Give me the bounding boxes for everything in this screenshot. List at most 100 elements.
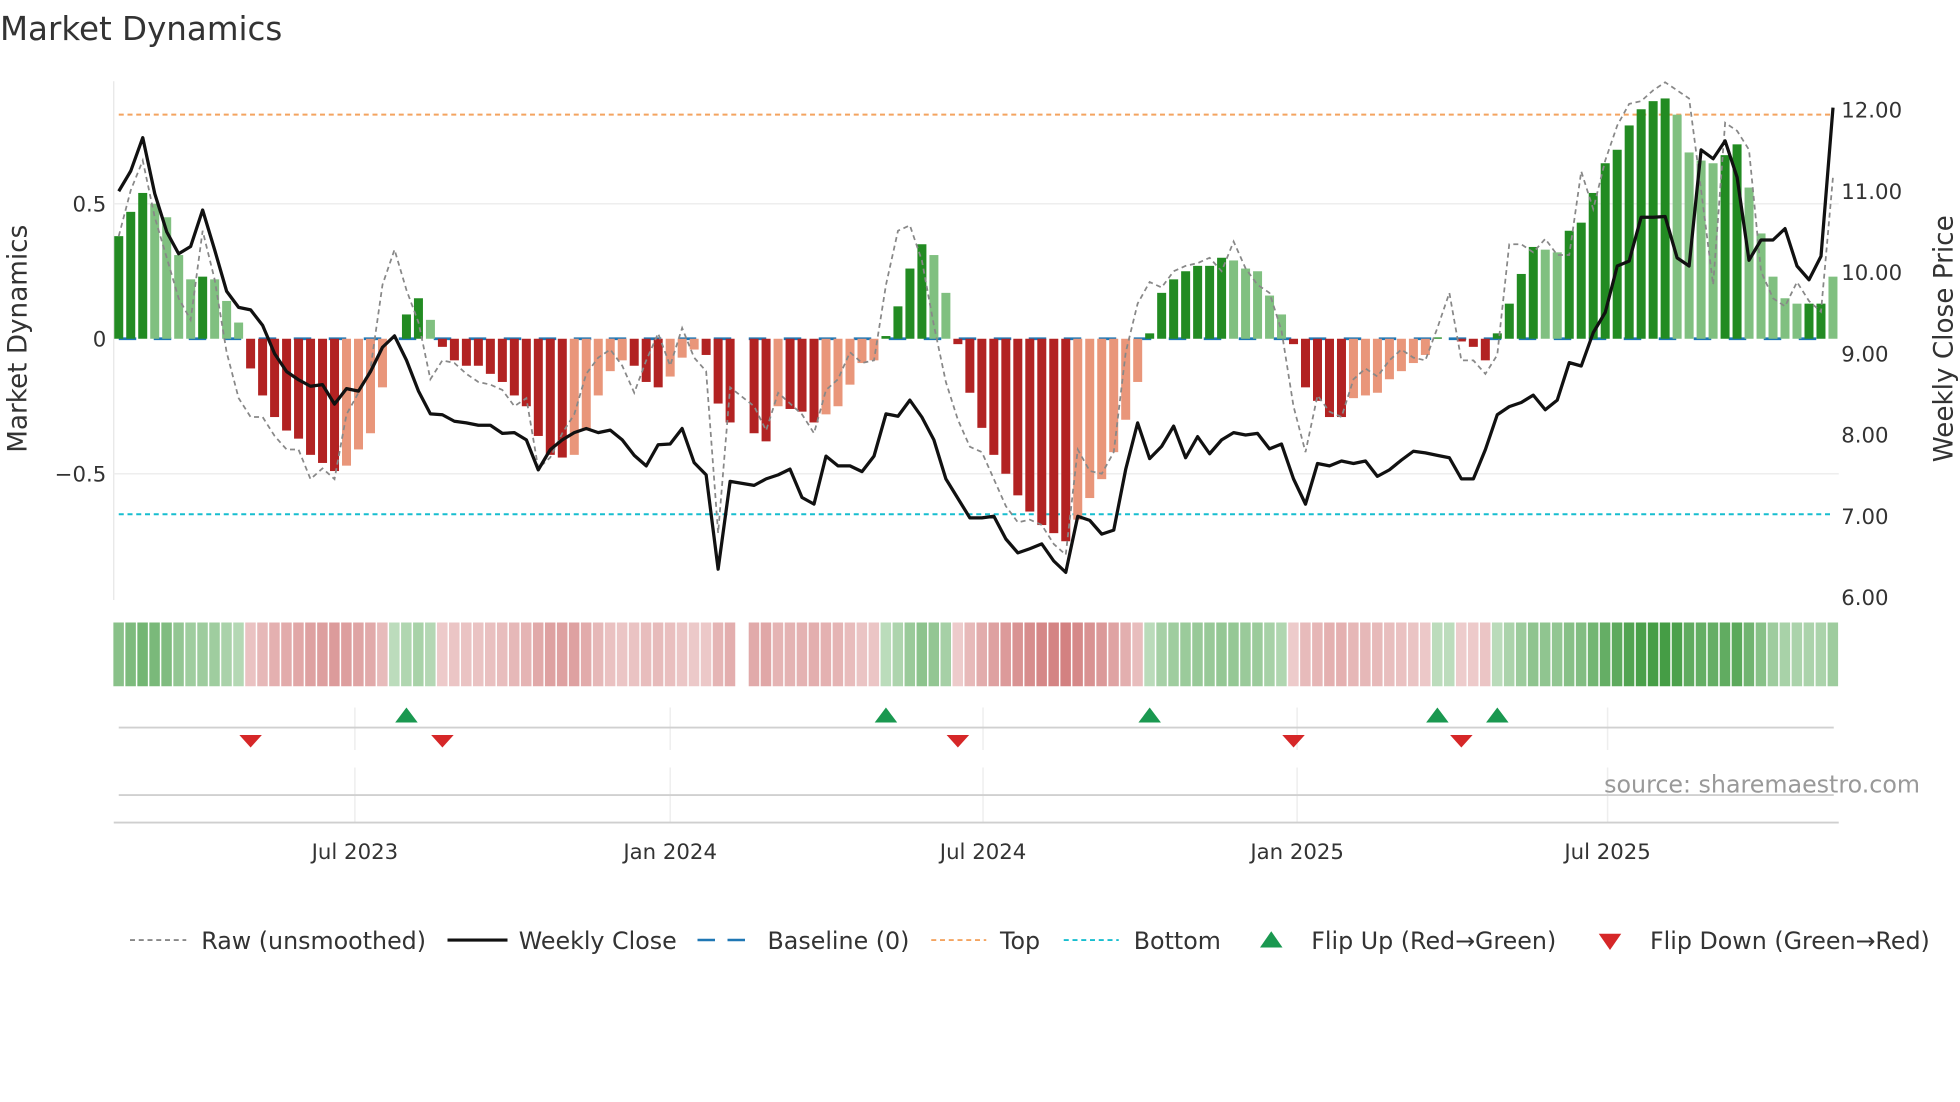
dynamics-bar: [1408, 338, 1418, 364]
dynamics-bar: [881, 336, 891, 339]
heat-cell: [940, 622, 952, 687]
heat-cell: [1659, 622, 1671, 687]
heat-cell: [1264, 622, 1275, 687]
y2-tick-label: 9.00: [1841, 342, 1888, 367]
heat-cell: [1443, 622, 1455, 687]
legend-label-baseline: Baseline (0): [768, 927, 910, 955]
heat-cell: [880, 622, 892, 687]
heat-cell: [125, 622, 136, 687]
heat-cell: [988, 622, 999, 687]
dynamics-bar: [1804, 303, 1814, 339]
heat-cell: [1192, 622, 1203, 687]
dynamics-bar: [1049, 338, 1059, 534]
dynamics-bar: [797, 338, 807, 412]
dynamics-bar: [1564, 230, 1574, 339]
legend-item-flip-up: Flip Up (Red→Green): [1260, 927, 1556, 955]
heat-cell: [1012, 622, 1023, 687]
triangle-up-icon: [1260, 931, 1283, 948]
dynamics-bar: [1145, 333, 1155, 339]
heat-cell: [1635, 622, 1647, 687]
dynamics-bar: [461, 338, 471, 366]
reference-lines: [118, 113, 1834, 516]
dynamics-bar: [282, 338, 292, 431]
heat-cell: [1372, 622, 1383, 687]
dynamics-bar: [845, 338, 855, 385]
dynamics-bar: [1504, 303, 1514, 339]
heat-cell: [676, 622, 688, 687]
dynamics-bar: [1181, 271, 1191, 339]
heat-cell: [1707, 622, 1719, 687]
market-dynamics-chart: Market Dynamics 0.5 0 −0.5 12.00 11.00 10.00…: [0, 10, 1960, 955]
legend-item-bottom: Bottom: [1063, 927, 1221, 955]
heat-cell: [245, 622, 256, 687]
heat-cell: [712, 622, 724, 687]
heat-cell: [317, 622, 328, 687]
heat-cell: [1048, 622, 1059, 687]
heat-cell: [221, 622, 232, 687]
heat-cell: [700, 622, 712, 687]
y-tick-label: 0: [93, 327, 107, 352]
heat-cell: [1360, 622, 1371, 687]
dynamics-bar: [210, 279, 220, 339]
heat-cell: [916, 622, 928, 687]
heat-cell: [616, 622, 628, 687]
heat-cell: [137, 622, 148, 687]
heat-cell: [161, 622, 172, 687]
heat-cell: [688, 622, 700, 687]
heat-cell: [233, 622, 244, 687]
heat-cell: [209, 622, 220, 687]
heat-cell: [257, 622, 268, 687]
dynamics-bar: [1025, 338, 1035, 512]
dynamics-bar: [1420, 338, 1430, 355]
heat-cell: [1611, 622, 1623, 687]
dynamics-bar: [1085, 338, 1095, 499]
dynamics-bar: [485, 338, 495, 374]
dynamics-bar: [1708, 163, 1718, 339]
dynamics-bar: [114, 236, 124, 339]
heat-cell: [1551, 622, 1563, 687]
heat-cell: [1803, 622, 1815, 687]
heat-cell: [484, 622, 496, 687]
dynamics-bar: [905, 268, 915, 339]
heat-cell: [1503, 622, 1515, 687]
dynamics-bar: [1792, 303, 1802, 339]
heat-cell: [892, 622, 904, 687]
heat-cell: [1156, 622, 1167, 687]
dynamics-bar: [1193, 265, 1203, 339]
x-tick-label: Jul 2024: [938, 840, 1026, 865]
heat-cell: [1228, 622, 1239, 687]
dynamics-bar: [198, 276, 208, 339]
heat-cell: [568, 622, 580, 687]
heat-cell: [1120, 622, 1131, 687]
heat-cell: [1467, 622, 1479, 687]
heat-cell: [305, 622, 316, 687]
dynamics-bar: [497, 338, 507, 382]
x-tick-label: Jan 2025: [1248, 840, 1344, 865]
dynamics-bar: [1576, 222, 1586, 339]
dynamics-bar: [1229, 260, 1239, 339]
heat-cell: [449, 622, 460, 687]
heat-cell: [1731, 622, 1743, 687]
heat-cell: [173, 622, 184, 687]
legend-item-top: Top: [931, 927, 1040, 955]
dynamics-bar: [809, 338, 819, 423]
heat-cell: [796, 622, 808, 687]
dynamics-bar: [1552, 252, 1562, 339]
dynamics-bar: [1289, 338, 1299, 345]
heat-cell: [1084, 622, 1095, 687]
heat-cell: [628, 622, 640, 687]
heat-cell: [724, 622, 736, 687]
heat-cell: [113, 622, 124, 687]
heat-cell: [928, 622, 940, 687]
flip-up-marker: [1426, 707, 1449, 723]
heat-cell: [1743, 622, 1755, 687]
dynamics-bar: [186, 279, 196, 339]
dynamics-bar: [701, 338, 711, 355]
dynamics-bar: [1744, 187, 1754, 339]
heat-cell: [1623, 622, 1635, 687]
heat-cell: [1288, 622, 1299, 687]
dynamics-bar: [521, 338, 531, 407]
heat-cell: [1408, 622, 1419, 687]
flip-down-marker: [239, 735, 262, 748]
heat-cell: [197, 622, 208, 687]
